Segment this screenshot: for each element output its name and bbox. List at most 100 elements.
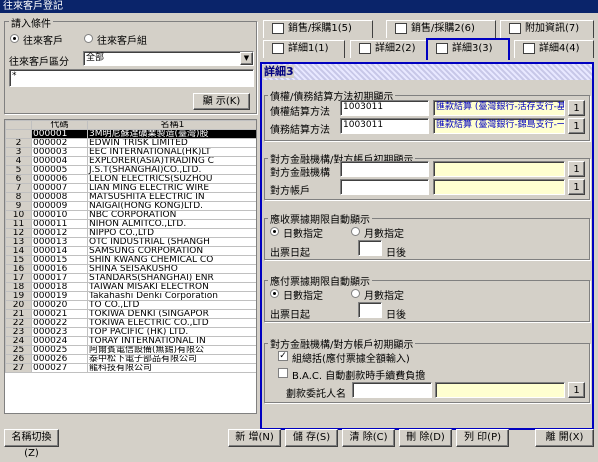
- table-row[interactable]: 13 000013 OTC INDUSTRIAL (SHANGH: [5, 237, 256, 247]
- payable-code-input[interactable]: 1003011: [340, 118, 429, 134]
- cell-code[interactable]: 000006: [31, 174, 88, 184]
- region-dropdown-button[interactable]: ▼: [240, 52, 253, 65]
- table-row[interactable]: 11 000011 NIHON ALMITCO.,LTD.: [5, 219, 256, 229]
- cell-code[interactable]: 000013: [31, 237, 88, 247]
- cell-code[interactable]: 000010: [31, 210, 88, 220]
- cell-name[interactable]: Takahashi Denki Corporation: [87, 291, 256, 301]
- cell-code[interactable]: 000002: [31, 138, 88, 148]
- table-row[interactable]: 14 000014 SAMSUNG CORPORATION: [5, 246, 256, 256]
- grid-col-code[interactable]: 代碼: [31, 120, 88, 130]
- cell-code[interactable]: 000018: [31, 282, 88, 292]
- trust-check-bac-fee[interactable]: [278, 368, 288, 378]
- account-lookup-button[interactable]: 1: [568, 179, 585, 195]
- cell-name[interactable]: EXPLORER(ASIA)TRADING C: [87, 156, 256, 166]
- tab-sales1[interactable]: 銷售/採購1(5): [263, 20, 373, 38]
- table-row[interactable]: 17 000017 STANDARS(SHANGHAI) ENR: [5, 273, 256, 283]
- payable-lookup-button[interactable]: 1: [568, 118, 585, 134]
- tab-detail2[interactable]: 詳細2(2): [350, 40, 428, 58]
- cell-name[interactable]: TAIWAN MISAKI ELECTRON: [87, 282, 256, 292]
- cell-code[interactable]: 000012: [31, 228, 88, 238]
- pay-days-input[interactable]: [358, 302, 382, 318]
- table-row[interactable]: 3 000003 EEC INTERNATIONAL(HK)LT: [5, 147, 256, 157]
- table-row[interactable]: 18 000018 TAIWAN MISAKI ELECTRON: [5, 282, 256, 292]
- table-row[interactable]: 6 000006 LELON ELECTRICS(SUZHOU: [5, 174, 256, 184]
- cell-name[interactable]: NAIGAI(HONG KONG)LTD.: [87, 201, 256, 211]
- cell-code[interactable]: 000016: [31, 264, 88, 274]
- trustee-lookup-button[interactable]: 1: [568, 382, 585, 398]
- bank-code-input[interactable]: [340, 161, 429, 177]
- cell-name[interactable]: SHIN KWANG CHEMICAL CO: [87, 255, 256, 265]
- cell-name[interactable]: TO CO.,LTD: [87, 300, 256, 310]
- cell-name[interactable]: 阿爾賓電信設備(無錫)有限公: [87, 345, 256, 355]
- cell-code[interactable]: 000015: [31, 255, 88, 265]
- cell-code[interactable]: 000011: [31, 219, 88, 229]
- table-row[interactable]: 22 000022 TOKIWA ELECTRIC CO.,LTD: [5, 318, 256, 328]
- customer-grid[interactable]: 代碼 名稱1 000001 3M明尼蘇達礦業製造(臺灣)股 2 000002 EDWIN…: [4, 119, 257, 414]
- close-button[interactable]: 離 開(X): [535, 429, 594, 447]
- cell-code[interactable]: 000023: [31, 327, 88, 337]
- recv-radio-month[interactable]: [351, 227, 360, 236]
- cell-code[interactable]: 000005: [31, 165, 88, 175]
- table-row[interactable]: 21 000021 TOKIWA DENKI (SINGAPOR: [5, 309, 256, 319]
- table-row[interactable]: 9 000009 NAIGAI(HONG KONG)LTD.: [5, 201, 256, 211]
- table-row[interactable]: 2 000002 EDWIN TRISK LIMITED: [5, 138, 256, 148]
- table-row[interactable]: 4 000004 EXPLORER(ASIA)TRADING C: [5, 156, 256, 166]
- region-select[interactable]: 全部 ▼: [83, 51, 254, 66]
- name-switch-button[interactable]: 名稱切換(Z): [4, 429, 59, 459]
- recv-days-input[interactable]: [358, 240, 382, 256]
- cell-code[interactable]: 000009: [31, 201, 88, 211]
- cell-name[interactable]: SHINA SEISAKUSHO: [87, 264, 256, 274]
- cell-code[interactable]: 000001: [31, 129, 88, 139]
- trustee-code-input[interactable]: [352, 382, 432, 398]
- receivable-lookup-button[interactable]: 1: [568, 100, 585, 116]
- tab-sales2[interactable]: 銷售/採購2(6): [386, 20, 496, 38]
- cell-name[interactable]: J.S.T(SHANGHAI)CO.,LTD.: [87, 165, 256, 175]
- table-row[interactable]: 24 000024 TORAY INTERNATIONAL IN: [5, 336, 256, 346]
- tab-detail3[interactable]: 詳細3(3): [426, 38, 510, 60]
- cell-name[interactable]: LIAN MING ELECTRIC WIRE: [87, 183, 256, 193]
- table-row[interactable]: 5 000005 J.S.T(SHANGHAI)CO.,LTD.: [5, 165, 256, 175]
- show-button[interactable]: 顯 示(K): [193, 93, 250, 110]
- cell-code[interactable]: 000008: [31, 192, 88, 202]
- table-row[interactable]: 16 000016 SHINA SEISAKUSHO: [5, 264, 256, 274]
- keyword-input[interactable]: *: [9, 69, 254, 87]
- radio-customer[interactable]: [10, 34, 19, 43]
- cell-name[interactable]: NIPPO CO.,LTD: [87, 228, 256, 238]
- new-button[interactable]: 新 增(N): [228, 429, 281, 447]
- cell-name[interactable]: NIHON ALMITCO.,LTD.: [87, 219, 256, 229]
- table-row[interactable]: 7 000007 LIAN MING ELECTRIC WIRE: [5, 183, 256, 193]
- cell-name[interactable]: OTC INDUSTRIAL (SHANGH: [87, 237, 256, 247]
- cell-name[interactable]: 泰中松下電子部品有限公司: [87, 354, 256, 364]
- cell-code[interactable]: 000007: [31, 183, 88, 193]
- table-row[interactable]: 10 000010 NBC CORPORATION: [5, 210, 256, 220]
- cell-code[interactable]: 000017: [31, 273, 88, 283]
- cell-code[interactable]: 000027: [31, 363, 88, 373]
- table-row[interactable]: 26 000026 泰中松下電子部品有限公司: [5, 354, 256, 364]
- table-row[interactable]: 15 000015 SHIN KWANG CHEMICAL CO: [5, 255, 256, 265]
- cell-name[interactable]: 龍科技有限公司: [87, 363, 256, 373]
- save-button[interactable]: 儲 存(S): [285, 429, 338, 447]
- cell-name[interactable]: MATSUSHITA ELECTRIC IN: [87, 192, 256, 202]
- table-row[interactable]: 8 000008 MATSUSHITA ELECTRIC IN: [5, 192, 256, 202]
- cell-name[interactable]: NBC CORPORATION: [87, 210, 256, 220]
- bank-lookup-button[interactable]: 1: [568, 161, 585, 177]
- cell-name[interactable]: LELON ELECTRICS(SUZHOU: [87, 174, 256, 184]
- receivable-code-input[interactable]: 1003011: [340, 100, 429, 116]
- cell-name[interactable]: EDWIN TRISK LIMITED: [87, 138, 256, 148]
- table-row[interactable]: 25 000025 阿爾賓電信設備(無錫)有限公: [5, 345, 256, 355]
- grid-col-name[interactable]: 名稱1: [87, 120, 256, 130]
- cell-code[interactable]: 000004: [31, 156, 88, 166]
- trust-check-group-total[interactable]: ✓: [278, 351, 288, 361]
- cell-name[interactable]: 3M明尼蘇達礦業製造(臺灣)股: [87, 129, 256, 139]
- cell-code[interactable]: 000024: [31, 336, 88, 346]
- cell-name[interactable]: TOKIWA ELECTRIC CO.,LTD: [87, 318, 256, 328]
- cell-code[interactable]: 000026: [31, 354, 88, 364]
- cell-code[interactable]: 000021: [31, 309, 88, 319]
- tab-detail4[interactable]: 詳細4(4): [514, 40, 594, 58]
- cell-name[interactable]: STANDARS(SHANGHAI) ENR: [87, 273, 256, 283]
- recv-radio-day[interactable]: [270, 227, 279, 236]
- radio-customer-group[interactable]: [84, 34, 93, 43]
- clear-button[interactable]: 清 除(C): [342, 429, 395, 447]
- cell-code[interactable]: 000025: [31, 345, 88, 355]
- table-row[interactable]: 20 000020 TO CO.,LTD: [5, 300, 256, 310]
